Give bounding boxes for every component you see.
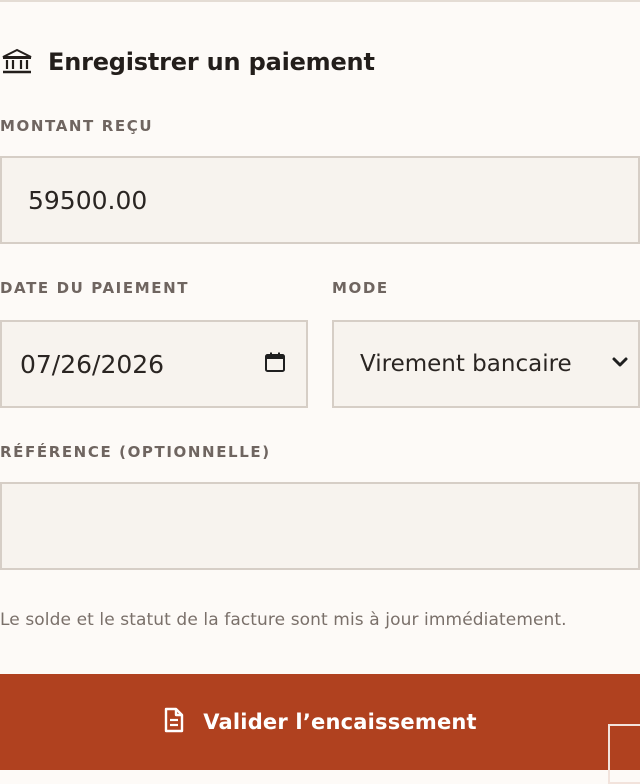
document-icon bbox=[163, 707, 185, 737]
amount-label: MONTANT REÇU bbox=[0, 117, 154, 135]
top-divider bbox=[0, 0, 640, 2]
mode-selected-value: Virement bancaire bbox=[360, 351, 572, 377]
bank-icon bbox=[0, 45, 34, 79]
overlay-widget[interactable] bbox=[608, 724, 640, 784]
form-heading: Enregistrer un paiement bbox=[0, 44, 375, 80]
reference-input[interactable] bbox=[0, 482, 640, 570]
submit-button[interactable]: Valider l’encaissement bbox=[0, 674, 640, 770]
date-label: DATE DU PAIEMENT bbox=[0, 279, 190, 297]
form-title: Enregistrer un paiement bbox=[48, 48, 375, 76]
mode-label: MODE bbox=[332, 279, 389, 297]
date-input[interactable]: 07/26/2026 bbox=[0, 320, 308, 408]
amount-input[interactable]: 59500.00 bbox=[0, 156, 640, 244]
amount-value: 59500.00 bbox=[28, 185, 148, 215]
calendar-icon[interactable] bbox=[264, 351, 286, 377]
reference-label: RÉFÉRENCE (OPTIONNELLE) bbox=[0, 443, 271, 461]
date-value: 07/26/2026 bbox=[20, 349, 165, 379]
mode-select[interactable]: Virement bancaire bbox=[332, 320, 640, 408]
helper-text: Le solde et le statut de la facture sont… bbox=[0, 610, 567, 630]
submit-button-label: Valider l’encaissement bbox=[203, 710, 477, 734]
chevron-down-icon bbox=[610, 352, 630, 376]
